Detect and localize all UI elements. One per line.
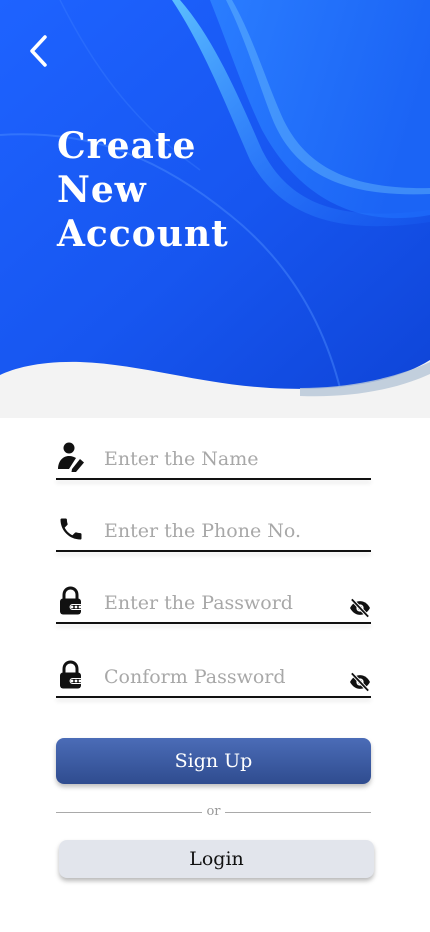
back-button[interactable]	[18, 30, 58, 72]
phone-underline	[56, 550, 371, 552]
password-visibility-toggle[interactable]	[349, 598, 371, 618]
hero-header: Create New Account	[0, 0, 430, 418]
lock-icon	[56, 660, 86, 690]
password-field	[56, 586, 371, 630]
page-title-line-2: New	[57, 169, 147, 211]
name-input[interactable]	[104, 444, 344, 474]
page-title-line-3: Account	[57, 213, 229, 255]
confirm-password-input[interactable]	[104, 662, 344, 692]
create-account-screen: Create New Account Enter the Name Enter …	[0, 0, 430, 932]
page-title: Create New Account	[57, 124, 229, 256]
phone-input[interactable]	[104, 516, 344, 546]
name-underline	[56, 478, 371, 480]
phone-field	[56, 514, 371, 558]
confirm-password-field	[56, 660, 371, 704]
page-title-line-1: Create	[57, 125, 197, 167]
phone-icon	[56, 514, 86, 544]
signup-button[interactable]: Sign Up	[56, 738, 371, 784]
chevron-left-icon	[30, 35, 47, 67]
eye-off-icon	[350, 672, 370, 692]
password-input[interactable]	[104, 588, 344, 618]
login-button[interactable]: Login	[59, 840, 374, 878]
lock-icon	[56, 586, 86, 616]
or-divider: or	[56, 803, 371, 821]
confirm-password-visibility-toggle[interactable]	[349, 672, 371, 692]
user-edit-icon	[56, 442, 86, 472]
divider-line-right	[225, 812, 371, 813]
confirm-password-underline	[56, 696, 371, 698]
eye-off-icon	[350, 598, 370, 618]
name-field	[56, 442, 371, 486]
password-underline	[56, 622, 371, 624]
